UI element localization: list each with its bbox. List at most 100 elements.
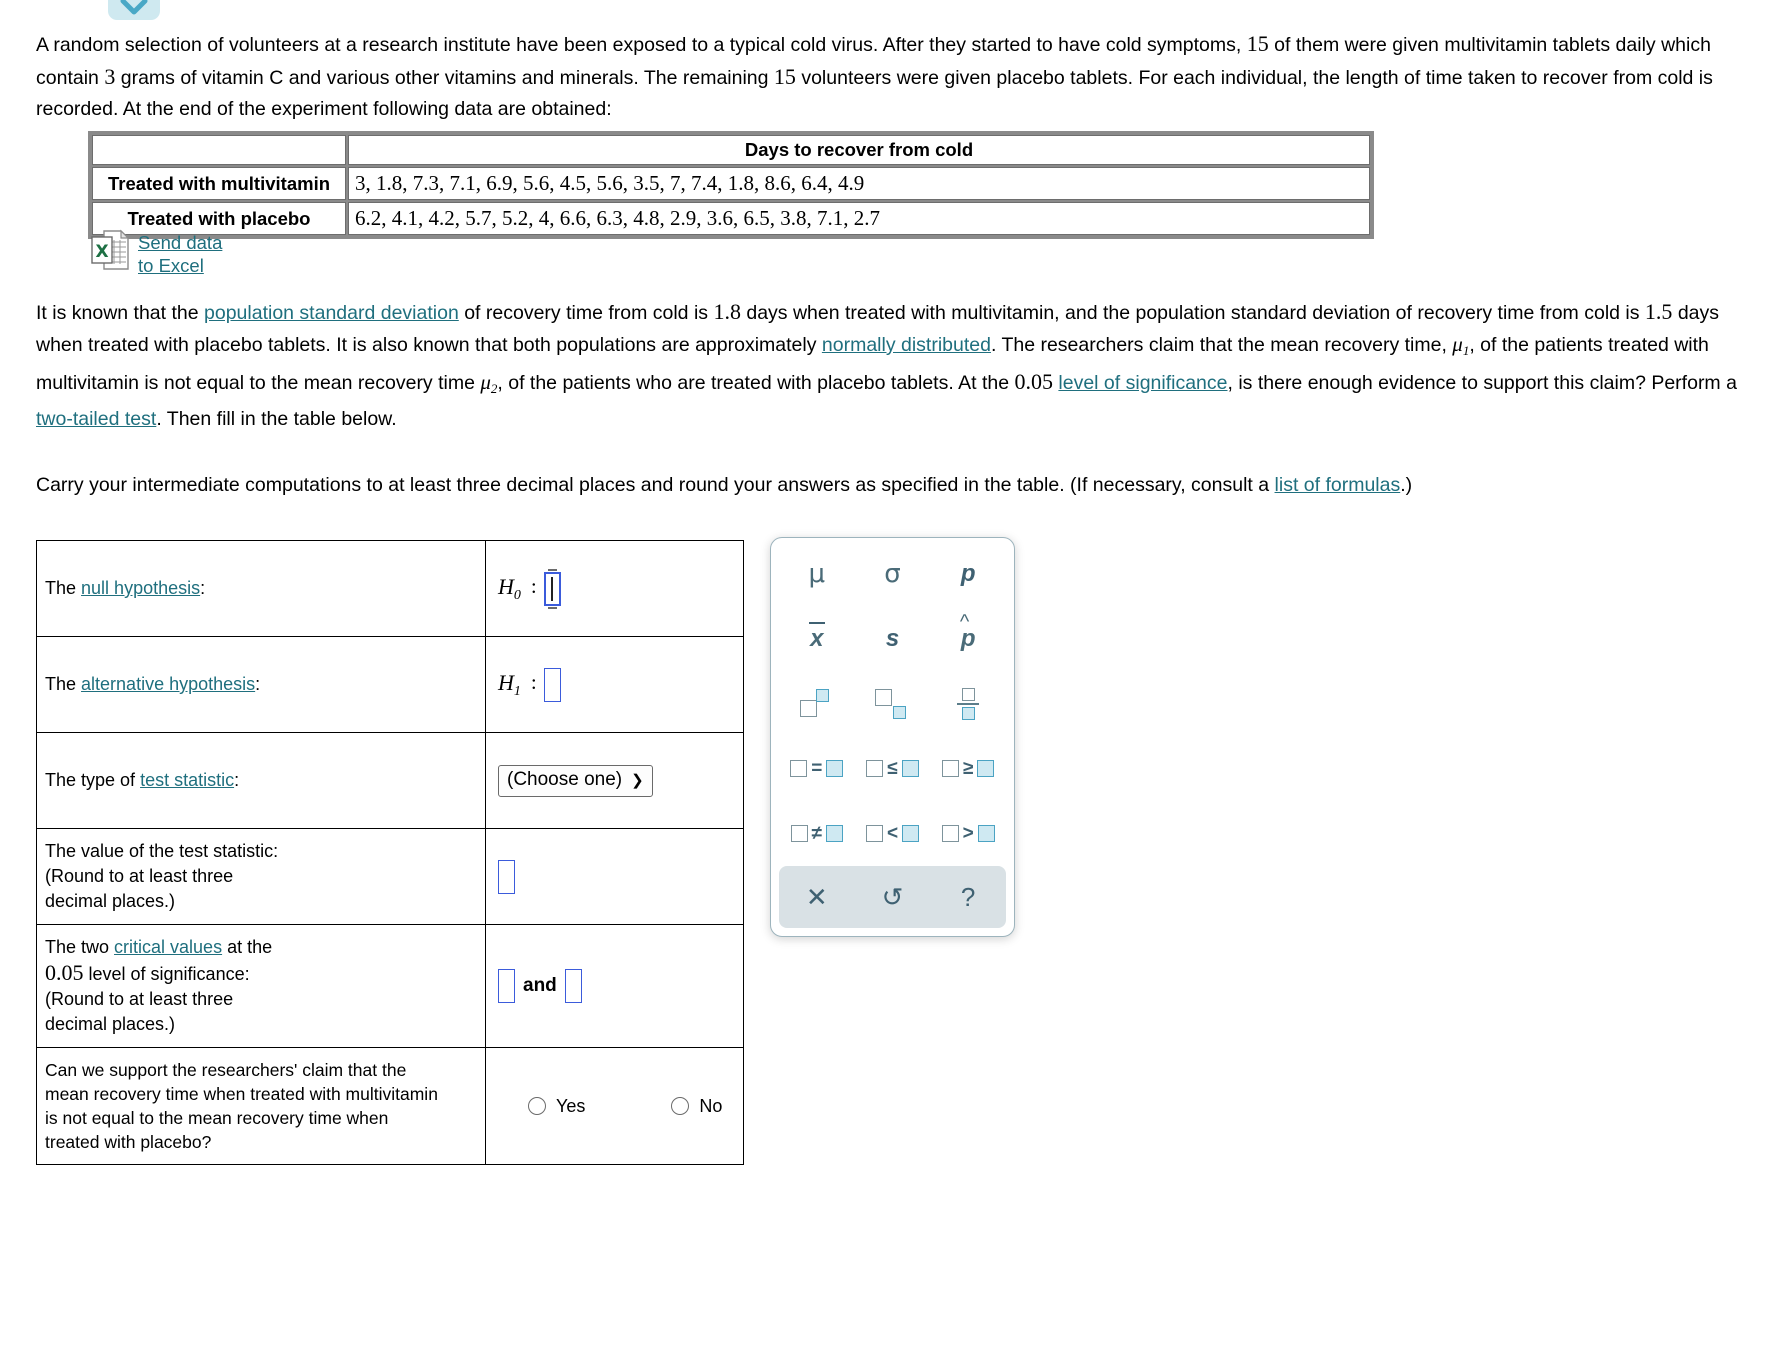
chevron-down-chip[interactable] <box>108 0 160 20</box>
tsv-line2: (Round to at least three <box>45 866 234 886</box>
link-list-of-formulas[interactable]: list of formulas <box>1275 474 1401 496</box>
send-data-to-excel[interactable]: X Send data to Excel <box>90 228 222 277</box>
label-test-statistic-value: The value of the test statistic: (Round … <box>36 828 486 925</box>
body-text-5: . The researchers claim that the mean re… <box>990 334 1453 356</box>
mu-symbol-button[interactable]: μ <box>779 542 855 607</box>
p-hat-symbol: ^ p <box>960 611 976 653</box>
link-population-standard-deviation[interactable]: population standard deviation <box>204 302 459 324</box>
header-title-cell: Days to recover from cold <box>348 135 1370 165</box>
cv-suffix: level of significance: <box>83 964 250 984</box>
link-null-hypothesis[interactable]: null hypothesis <box>81 578 200 598</box>
greater-than-template-button[interactable]: > <box>930 801 1006 866</box>
radio-option-no[interactable]: No <box>671 1096 722 1117</box>
link-critical-values[interactable]: critical values <box>114 937 222 957</box>
body-text-3: days when treated with multivitamin, and… <box>740 302 1645 324</box>
greater-equal-template-button[interactable]: ≥ <box>930 736 1006 801</box>
link-two-tailed-test[interactable]: two-tailed test <box>36 408 156 430</box>
chevron-down-icon <box>119 0 149 17</box>
greater-than-icon: > <box>941 823 995 845</box>
undo-button[interactable]: ↺ <box>855 882 931 913</box>
answer-table: The null hypothesis: H0: The alternative… <box>36 540 744 1165</box>
radio-option-yes[interactable]: Yes <box>528 1096 585 1117</box>
not-equal-glyph: ≠ <box>811 822 823 844</box>
q-line1: Can we support the researchers' claim th… <box>45 1060 407 1080</box>
body-text-9: . Then fill in the table below. <box>156 408 397 430</box>
clear-button[interactable]: ✕ <box>779 882 855 913</box>
equals-template-button[interactable]: = <box>779 736 855 801</box>
link-normally-distributed[interactable]: normally distributed <box>822 334 991 356</box>
sigma-symbol: σ <box>884 559 901 590</box>
test-statistic-value-input[interactable] <box>498 859 515 894</box>
mu-symbol: μ <box>808 559 826 590</box>
alt-label-prefix: The <box>45 674 82 694</box>
alternative-hypothesis-input[interactable] <box>543 667 561 702</box>
sd-placebo: 1.5 <box>1644 299 1673 324</box>
superscript-icon <box>799 688 834 719</box>
critical-value-1-input[interactable] <box>498 969 515 1003</box>
superscript-template-button[interactable] <box>779 672 855 737</box>
table-row: Treated with placebo 6.2, 4.1, 4.2, 5.7,… <box>92 202 1370 235</box>
cv-line3: (Round to at least three <box>45 989 234 1009</box>
fraction-template-button[interactable] <box>930 672 1006 737</box>
fraction-icon <box>957 687 980 720</box>
type-label-prefix: The type of <box>45 770 141 790</box>
field-critical-values: and <box>485 924 744 1048</box>
intro-text-1: A random selection of volunteers at a re… <box>36 34 1247 56</box>
hat-accent-icon: ^ <box>959 611 970 634</box>
less-than-template-button[interactable]: < <box>855 801 931 866</box>
less-than-icon: < <box>865 822 920 845</box>
table-header-row: Days to recover from cold <box>92 135 1370 165</box>
link-alternative-hypothesis[interactable]: alternative hypothesis <box>81 674 255 694</box>
row-values-multivitamin: 3, 1.8, 7.3, 7.1, 6.9, 5.6, 4.5, 5.6, 3.… <box>348 167 1370 200</box>
instructions-text-end: .) <box>1400 474 1413 496</box>
field-test-statistic-value <box>485 828 744 925</box>
send-data-to-excel-label[interactable]: Send data to Excel <box>138 228 222 277</box>
tsv-line1: The value of the test statistic: <box>45 841 279 861</box>
s-symbol-button[interactable]: s <box>855 607 931 672</box>
test-statistic-type-select[interactable]: (Choose one) ❯ <box>498 764 653 797</box>
alt-label-suffix: : <box>255 674 261 694</box>
q-line3: is not equal to the mean recovery time w… <box>45 1108 389 1128</box>
radio-circle-icon[interactable] <box>671 1097 690 1115</box>
null-label-suffix: : <box>200 578 206 598</box>
excel-link-line2: to Excel <box>138 255 204 276</box>
svg-text:X: X <box>95 242 108 262</box>
equals-glyph: = <box>811 757 823 779</box>
instructions-paragraph: Carry your intermediate computations to … <box>36 470 1756 501</box>
conclusion-radio-group: Yes No <box>490 1096 739 1117</box>
mu1-symbol: μ <box>1452 332 1463 356</box>
link-test-statistic[interactable]: test statistic <box>140 770 234 790</box>
critical-value-2-input[interactable] <box>564 969 582 1003</box>
label-alternative-hypothesis: The alternative hypothesis: <box>36 636 486 733</box>
help-button[interactable]: ? <box>930 882 1006 913</box>
row-test-statistic-type: The type of test statistic: (Choose one)… <box>36 732 744 829</box>
x-bar-symbol-button[interactable]: x <box>779 607 855 672</box>
subscript-template-button[interactable] <box>855 672 931 737</box>
close-icon: ✕ <box>805 881 828 912</box>
sigma-symbol-button[interactable]: σ <box>855 542 931 607</box>
label-conclusion-question: Can we support the researchers' claim th… <box>36 1047 486 1165</box>
x-bar-symbol: x <box>809 622 825 653</box>
not-equal-template-button[interactable]: ≠ <box>779 801 855 866</box>
radio-circle-icon[interactable] <box>528 1097 546 1115</box>
intro-n2: 15 <box>773 64 796 89</box>
label-null-hypothesis: The null hypothesis: <box>36 540 486 637</box>
null-hypothesis-input[interactable] <box>543 568 561 609</box>
q-line4: treated with placebo? <box>45 1132 212 1152</box>
p-hat-symbol-button[interactable]: ^ p <box>930 607 1006 672</box>
less-than-glyph: < <box>886 822 899 844</box>
p-symbol-button[interactable]: p <box>930 542 1006 607</box>
s-symbol: s <box>885 625 900 653</box>
chevron-down-icon: ❯ <box>631 771 644 789</box>
intro-paragraph: A random selection of volunteers at a re… <box>36 28 1756 125</box>
intro-n1: 15 <box>1246 31 1269 56</box>
h1-symbol: H <box>498 669 514 695</box>
row-null-hypothesis: The null hypothesis: H0: <box>36 540 744 637</box>
less-equal-template-button[interactable]: ≤ <box>855 736 931 801</box>
link-level-of-significance[interactable]: level of significance <box>1058 372 1227 394</box>
greater-equal-icon: ≥ <box>941 758 995 780</box>
body-text-7: , of the patients who are treated with p… <box>497 372 1015 394</box>
row-alternative-hypothesis: The alternative hypothesis: H1: <box>36 636 744 733</box>
h0-symbol: H <box>498 573 514 599</box>
field-test-statistic-type: (Choose one) ❯ <box>485 732 744 829</box>
